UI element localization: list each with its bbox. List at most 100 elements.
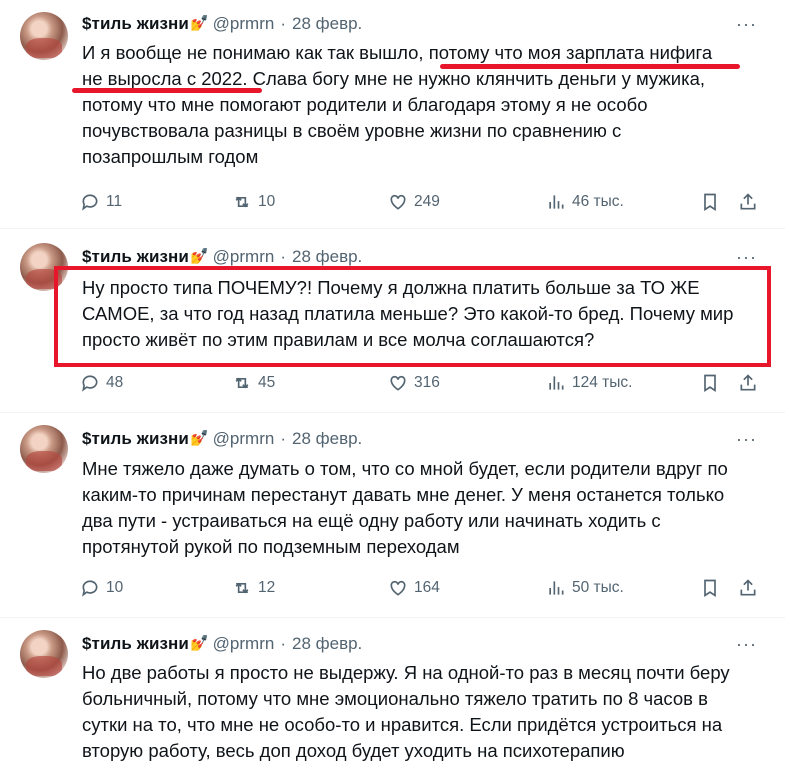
- reply-button[interactable]: 11: [80, 190, 122, 214]
- views-icon: [549, 376, 564, 390]
- highlight-underline: [440, 64, 740, 69]
- nail-polish-emoji-icon: 💅: [189, 248, 209, 265]
- like-count: 164: [414, 579, 440, 596]
- more-options-icon[interactable]: ···: [736, 634, 757, 654]
- tweet-line: САМОЕ, за что год назад платила меньше? …: [82, 303, 734, 324]
- heart-icon: [390, 194, 406, 210]
- author-name[interactable]: $тиль жизни: [82, 14, 189, 34]
- retweet-icon: [235, 582, 249, 594]
- tweet-actions: 48 45 316 124 тыс.: [80, 371, 770, 395]
- retweet-button[interactable]: 12: [232, 576, 275, 600]
- separator-dot: ·: [280, 634, 286, 653]
- tweet-date[interactable]: 28 февр.: [292, 634, 362, 654]
- author-handle[interactable]: @prmrn: [213, 14, 275, 34]
- view-count: 46 тыс.: [572, 193, 624, 210]
- tweet-text: Мне тяжело даже думать о том, что со мно…: [82, 456, 762, 560]
- tweet-date[interactable]: 28 февр.: [292, 14, 362, 34]
- nail-polish-emoji-icon: 💅: [189, 635, 209, 652]
- like-button[interactable]: 316: [388, 371, 440, 395]
- reply-count: 48: [106, 374, 124, 391]
- author-handle[interactable]: @prmrn: [213, 634, 275, 654]
- reply-count: 10: [106, 579, 124, 596]
- retweet-count: 45: [258, 374, 276, 391]
- more-options-icon[interactable]: ···: [736, 14, 757, 34]
- share-button[interactable]: [738, 576, 758, 600]
- views-icon: [549, 195, 564, 209]
- tweet-date[interactable]: 28 февр.: [292, 429, 362, 449]
- tweet-line: почувствовала разницы в своём уровне жиз…: [82, 120, 622, 141]
- tweet-header: $тиль жизни 💅 @prmrn · 28 февр.: [82, 247, 362, 267]
- tweet-4[interactable]: $тиль жизни 💅 @prmrn · 28 февр. ··· Но д…: [0, 618, 785, 772]
- avatar[interactable]: [20, 12, 68, 60]
- tweet-text: И я вообще не понимаю как так вышло, пот…: [82, 40, 762, 170]
- tweet-line: просто живёт по этим правилам и все молч…: [82, 329, 595, 350]
- separator-dot: ·: [280, 14, 286, 33]
- highlight-underline: [72, 88, 262, 93]
- retweet-count: 12: [258, 579, 276, 596]
- more-options-icon[interactable]: ···: [736, 429, 757, 449]
- share-icon: [740, 374, 756, 391]
- tweet-line: потому что мне помогают родители и благо…: [82, 94, 648, 115]
- author-handle[interactable]: @prmrn: [213, 429, 275, 449]
- retweet-button[interactable]: 45: [232, 371, 275, 395]
- reply-icon: [82, 375, 98, 392]
- retweet-icon: [235, 377, 249, 389]
- bookmark-button[interactable]: [700, 190, 720, 214]
- separator-dot: ·: [280, 247, 286, 266]
- views-button[interactable]: 46 тыс.: [546, 190, 624, 214]
- views-button[interactable]: 50 тыс.: [546, 576, 624, 600]
- bookmark-icon: [704, 193, 716, 212]
- share-button[interactable]: [738, 371, 758, 395]
- reply-icon: [82, 194, 98, 211]
- avatar[interactable]: [20, 630, 68, 678]
- nail-polish-emoji-icon: 💅: [189, 15, 209, 32]
- more-options-icon[interactable]: ···: [736, 247, 757, 267]
- retweet-button[interactable]: 10: [232, 190, 275, 214]
- separator-dot: ·: [280, 429, 286, 448]
- share-button[interactable]: [738, 190, 758, 214]
- tweet-line: вторую работу, весь доп доход будет уход…: [82, 740, 625, 761]
- tweet-header: $тиль жизни 💅 @prmrn · 28 февр.: [82, 14, 362, 34]
- nail-polish-emoji-icon: 💅: [189, 430, 209, 447]
- heart-icon: [390, 580, 406, 596]
- bookmark-button[interactable]: [700, 371, 720, 395]
- tweet-line: сутки на то, что мне не особо-то и нрави…: [82, 714, 723, 735]
- share-icon: [740, 579, 756, 596]
- bookmark-icon: [704, 374, 716, 393]
- reply-button[interactable]: 48: [80, 371, 123, 395]
- author-name[interactable]: $тиль жизни: [82, 247, 189, 267]
- tweet-line: Ну просто типа ПОЧЕМУ?! Почему я должна …: [82, 277, 700, 298]
- tweet-line: И я вообще не понимаю как так вышло, пот…: [82, 42, 713, 63]
- views-button[interactable]: 124 тыс.: [546, 371, 632, 395]
- author-name[interactable]: $тиль жизни: [82, 634, 189, 654]
- bookmark-button[interactable]: [700, 576, 720, 600]
- tweet-line: каким-то причинам перестанут давать мне …: [82, 484, 725, 505]
- tweet-1[interactable]: $тиль жизни 💅 @prmrn · 28 февр. ··· И я …: [0, 0, 785, 228]
- avatar[interactable]: [20, 425, 68, 473]
- tweet-3[interactable]: $тиль жизни 💅 @prmrn · 28 февр. ··· Мне …: [0, 413, 785, 617]
- author-handle[interactable]: @prmrn: [213, 247, 275, 267]
- tweet-line: больничный, потому что мне эмоционально …: [82, 688, 708, 709]
- view-count: 124 тыс.: [572, 374, 633, 391]
- views-icon: [549, 581, 564, 595]
- tweet-header: $тиль жизни 💅 @prmrn · 28 февр.: [82, 634, 362, 654]
- retweet-icon: [235, 196, 249, 208]
- reply-icon: [82, 580, 98, 597]
- bookmark-icon: [704, 579, 716, 598]
- tweet-date[interactable]: 28 февр.: [292, 247, 362, 267]
- tweet-line: позапрошлым годом: [82, 146, 259, 167]
- tweet-text: Но две работы я просто не выдержу. Я на …: [82, 660, 762, 764]
- tweet-2[interactable]: $тиль жизни 💅 @prmrn · 28 февр. ··· Ну п…: [0, 229, 785, 412]
- tweet-text: Ну просто типа ПОЧЕМУ?! Почему я должна …: [82, 275, 762, 353]
- like-button[interactable]: 164: [388, 576, 440, 600]
- tweet-actions: 11 10 249 46 тыс.: [80, 190, 770, 214]
- author-name[interactable]: $тиль жизни: [82, 429, 189, 449]
- view-count: 50 тыс.: [572, 579, 624, 596]
- retweet-count: 10: [258, 193, 276, 210]
- heart-icon: [390, 375, 406, 391]
- like-count: 249: [414, 193, 440, 210]
- tweet-actions: 10 12 164 50 тыс.: [80, 576, 770, 600]
- tweet-line: Мне тяжело даже думать о том, что со мно…: [82, 458, 728, 479]
- reply-button[interactable]: 10: [80, 576, 123, 600]
- like-button[interactable]: 249: [388, 190, 440, 214]
